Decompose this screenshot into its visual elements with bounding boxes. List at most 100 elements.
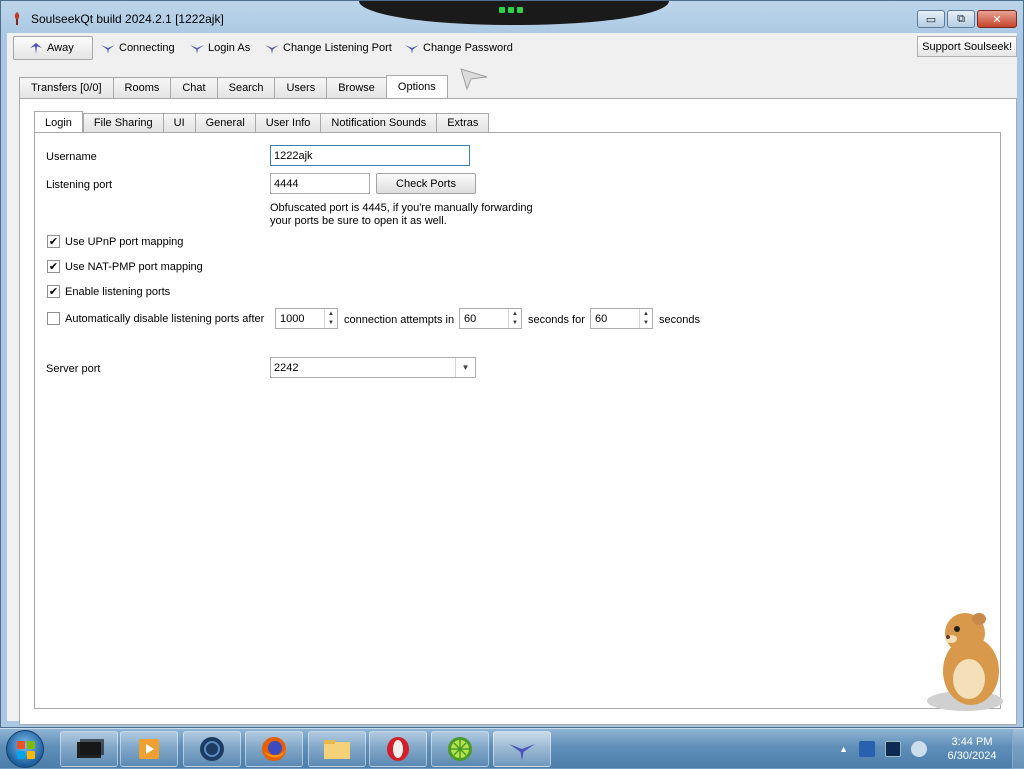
duration-spinbox[interactable]: 60 ▲ ▼ — [590, 308, 653, 329]
maximize-button[interactable]: ⧉ — [947, 10, 975, 28]
bird-icon — [101, 45, 115, 54]
subtab-login[interactable]: Login — [34, 111, 83, 134]
show-desktop-button[interactable] — [1012, 729, 1024, 769]
subtab-ui[interactable]: UI — [162, 113, 195, 133]
taskbar-app-terminal[interactable] — [60, 731, 118, 767]
window-title: SoulseekQt build 2024.2.1 [1222ajk] — [31, 12, 224, 26]
taskbar-app-globe[interactable] — [183, 731, 241, 767]
soulseek-app-icon — [14, 12, 20, 25]
spin-down-icon[interactable]: ▼ — [325, 319, 337, 329]
login-settings-panel: Username 1222ajk Listening port 4444 Che… — [34, 132, 1001, 709]
change-listening-port-label: Change Listening Port — [283, 42, 392, 54]
bird-icon — [405, 45, 419, 54]
paper-plane-icon — [460, 68, 488, 91]
enable-ports-checkbox[interactable]: ✔ Enable listening ports — [47, 285, 170, 298]
lime-icon — [448, 737, 472, 761]
subtab-user-info[interactable]: User Info — [254, 113, 321, 133]
soulseek-bird-icon — [509, 744, 535, 761]
firefox-icon — [262, 737, 286, 761]
server-port-select[interactable]: 2242 ▼ — [270, 357, 476, 378]
title-bar[interactable]: SoulseekQt build 2024.2.1 [1222ajk] ▭ ⧉ … — [1, 1, 1023, 35]
spin-down-icon[interactable]: ▼ — [509, 319, 521, 329]
seconds-for-label: seconds for — [528, 314, 585, 326]
upnp-label: Use UPnP port mapping — [65, 235, 184, 248]
system-tray: ▲ 3:44 PM 6/30/2024 — [839, 729, 1024, 769]
tab-chat[interactable]: Chat — [170, 77, 217, 99]
auto-disable-label: Automatically disable listening ports af… — [65, 312, 265, 325]
spin-up-icon[interactable]: ▲ — [509, 309, 521, 319]
hamster-mascot — [927, 613, 1003, 711]
taskbar-app-soulseek[interactable] — [493, 731, 551, 767]
upnp-check-box[interactable]: ✔ — [47, 235, 60, 248]
minimize-button[interactable]: ▭ — [917, 10, 945, 28]
login-as-button[interactable]: Login As — [189, 36, 250, 60]
taskbar-app-media-player[interactable] — [120, 731, 178, 767]
tab-transfers[interactable]: Transfers [0/0] — [19, 77, 113, 99]
subtab-extras[interactable]: Extras — [436, 113, 490, 133]
globe-icon — [200, 737, 224, 761]
clock[interactable]: 3:44 PM 6/30/2024 — [932, 735, 1012, 763]
close-button[interactable]: ✕ — [977, 10, 1017, 28]
spin-down-icon[interactable]: ▼ — [640, 319, 652, 329]
start-button[interactable] — [6, 730, 44, 768]
obfuscated-note-line-1: Obfuscated port is 4445, if you're manua… — [270, 202, 533, 214]
natpmp-checkbox[interactable]: ✔ Use NAT-PMP port mapping — [47, 260, 203, 273]
tab-rooms[interactable]: Rooms — [112, 77, 171, 99]
subtab-file-sharing[interactable]: File Sharing — [82, 113, 163, 133]
listening-port-input[interactable]: 4444 — [270, 173, 370, 194]
tray-volume-icon[interactable] — [911, 741, 927, 757]
username-label: Username — [46, 151, 97, 163]
subtab-notification-sounds[interactable]: Notification Sounds — [320, 113, 437, 133]
away-button[interactable]: Away — [13, 36, 93, 60]
natpmp-check-box[interactable]: ✔ — [47, 260, 60, 273]
folder-icon — [324, 740, 350, 759]
taskbar-app-firefox[interactable] — [245, 731, 303, 767]
windows-flag-icon — [17, 741, 35, 759]
subtab-general[interactable]: General — [194, 113, 255, 133]
obfuscated-port-note: Obfuscated port is 4445, if you're manua… — [270, 202, 533, 228]
attempts-value: 1000 — [280, 312, 305, 325]
taskbar: ▲ 3:44 PM 6/30/2024 — [0, 728, 1024, 769]
tab-options[interactable]: Options — [385, 75, 448, 99]
clock-date: 6/30/2024 — [947, 750, 997, 762]
options-panel: Login File Sharing UI General User Info … — [19, 98, 1017, 725]
tray-expand-icon[interactable]: ▲ — [839, 744, 848, 754]
username-input[interactable]: 1222ajk — [270, 145, 470, 166]
change-listening-port-button[interactable]: Change Listening Port — [264, 36, 392, 60]
seconds-spinbox[interactable]: 60 ▲ ▼ — [459, 308, 522, 329]
connecting-button[interactable]: Connecting — [100, 36, 175, 60]
obfuscated-note-line-2: your ports be sure to open it as well. — [270, 215, 447, 227]
tab-search[interactable]: Search — [216, 77, 275, 99]
bird-icon — [190, 45, 204, 54]
clock-time: 3:44 PM — [951, 736, 993, 748]
support-soulseek-button[interactable]: Support Soulseek! — [917, 36, 1017, 57]
natpmp-label: Use NAT-PMP port mapping — [65, 260, 203, 273]
listening-port-label: Listening port — [46, 179, 113, 191]
tray-network-icon[interactable] — [859, 741, 875, 757]
change-password-button[interactable]: Change Password — [404, 36, 513, 60]
auto-disable-checkbox[interactable]: Automatically disable listening ports af… — [47, 312, 264, 325]
tab-users[interactable]: Users — [274, 77, 327, 99]
server-port-value: 2242 — [274, 361, 299, 374]
taskbar-app-file-explorer[interactable] — [308, 731, 366, 767]
chevron-down-icon[interactable]: ▼ — [455, 358, 475, 377]
change-password-label: Change Password — [423, 42, 513, 54]
taskbar-app-opera[interactable] — [369, 731, 427, 767]
upnp-checkbox[interactable]: ✔ Use UPnP port mapping — [47, 235, 183, 248]
spin-up-icon[interactable]: ▲ — [640, 309, 652, 319]
tab-browse[interactable]: Browse — [326, 77, 386, 99]
connection-attempts-label: connection attempts in — [344, 314, 455, 326]
enable-ports-check-box[interactable]: ✔ — [47, 285, 60, 298]
check-ports-button[interactable]: Check Ports — [376, 173, 476, 194]
away-label: Away — [47, 42, 74, 54]
media-player-icon — [139, 739, 159, 759]
tray-monitor-icon[interactable] — [885, 741, 901, 757]
spin-up-icon[interactable]: ▲ — [325, 309, 337, 319]
attempts-spinbox[interactable]: 1000 ▲ ▼ — [275, 308, 338, 329]
taskbar-app-lime[interactable] — [431, 731, 489, 767]
terminal-icon — [77, 739, 104, 758]
duration-value: 60 — [595, 312, 608, 325]
login-as-label: Login As — [208, 42, 251, 54]
auto-disable-check-box[interactable] — [47, 312, 60, 325]
connecting-label: Connecting — [119, 42, 175, 54]
